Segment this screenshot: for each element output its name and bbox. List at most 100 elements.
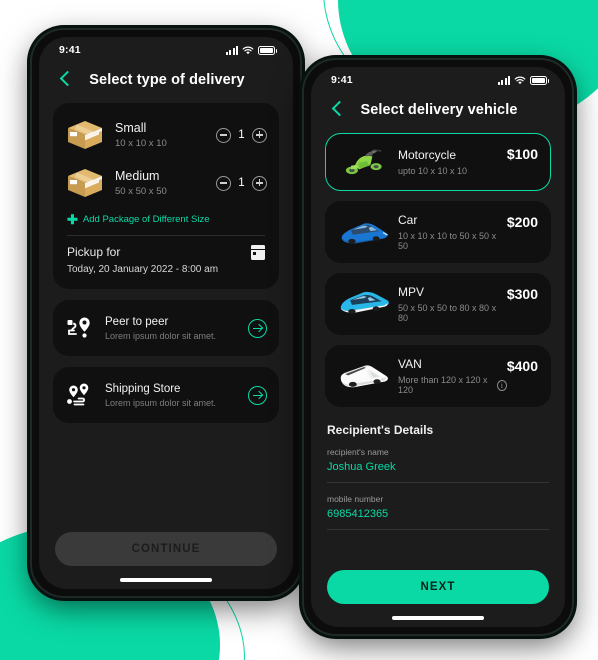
package-info: Small 10 x 10 x 10	[115, 121, 216, 149]
pickup-datetime[interactable]: Today, 20 January 2022 - 8:00 am	[67, 264, 265, 275]
calendar-icon[interactable]	[251, 245, 265, 260]
scooter-icon	[345, 149, 382, 175]
package-dimensions: 50 x 50 x 50	[115, 186, 167, 197]
chevron-left-icon[interactable]	[327, 99, 349, 121]
van-icon	[340, 365, 388, 388]
pickup-schedule: Pickup for Today, 20 January 2022 - 8:00…	[65, 236, 267, 279]
add-package-label: Add Package of Different Size	[82, 214, 210, 225]
delivery-option-subtitle: Lorem ipsum dolor sit amet.	[105, 330, 217, 341]
vehicle-capacity-row: 10 x 10 x 10 to 50 x 50 x 50	[398, 231, 507, 251]
wifi-icon	[242, 46, 254, 54]
field-underline	[327, 529, 549, 530]
phone-mockup-left: 9:41 Select type of delivery Small 10 x …	[30, 28, 302, 598]
cardboard-box-icon	[68, 169, 102, 197]
quantity-stepper: 1	[216, 175, 267, 191]
header-bar: Select delivery vehicle	[311, 93, 565, 133]
vehicle-option-car[interactable]: Car 10 x 10 x 10 to 50 x 50 x 50 $200	[325, 201, 551, 263]
vehicle-price: $100	[506, 146, 538, 162]
package-selection-card: Small 10 x 10 x 10 1 Medium 50 x 50 x 50…	[53, 103, 279, 289]
vehicle-price: $400	[506, 358, 538, 374]
vehicle-price: $200	[506, 214, 538, 230]
info-circle-icon[interactable]: i	[496, 379, 507, 391]
signal-bars-icon	[497, 75, 510, 85]
vehicle-info: VAN More than 120 x 120 x 120 i	[398, 357, 507, 395]
pickup-label: Pickup for	[67, 245, 121, 259]
status-bar: 9:41	[39, 37, 293, 63]
status-bar-indicators	[225, 45, 277, 55]
delivery-option-info: Peer to peer Lorem ipsum dolor sit amet.	[105, 316, 248, 341]
package-dimensions: 10 x 10 x 10	[115, 138, 167, 149]
battery-full-icon	[258, 45, 277, 55]
vehicle-info: Motorcycle upto 10 x 10 x 10	[398, 148, 507, 176]
delivery-option-shipping-store[interactable]: Shipping Store Lorem ipsum dolor sit ame…	[53, 367, 279, 423]
vehicle-name: VAN	[398, 357, 422, 371]
signal-bars-icon	[225, 45, 238, 55]
next-button[interactable]: NEXT	[327, 570, 549, 604]
footer-actions: NEXT	[311, 560, 565, 610]
vehicle-option-mpv[interactable]: MPV 50 x 50 x 50 to 80 x 80 x 80 $300	[325, 273, 551, 335]
vehicle-capacity-row: More than 120 x 120 x 120 i	[398, 375, 507, 395]
minus-circle-icon[interactable]	[216, 127, 231, 143]
package-row: Medium 50 x 50 x 50 1	[65, 159, 267, 207]
vehicle-name: Motorcycle	[398, 148, 457, 162]
vehicle-capacity-row: upto 10 x 10 x 10	[398, 166, 507, 176]
status-bar: 9:41	[311, 67, 565, 93]
vehicle-info: Car 10 x 10 x 10 to 50 x 50 x 50	[398, 213, 507, 251]
field-label: recipient's name	[327, 447, 389, 457]
vehicle-capacity: More than 120 x 120 x 120	[398, 375, 488, 395]
cardboard-box-icon	[68, 121, 102, 149]
delivery-option-info: Shipping Store Lorem ipsum dolor sit ame…	[105, 383, 248, 408]
vehicle-capacity: 10 x 10 x 10 to 50 x 50 x 50	[398, 231, 497, 251]
vehicle-capacity: 50 x 50 x 50 to 80 x 80 x 80	[398, 303, 497, 323]
vehicle-name: Car	[398, 213, 418, 227]
delivery-option-peer-to-peer[interactable]: Peer to peer Lorem ipsum dolor sit amet.	[53, 300, 279, 356]
package-quantity: 1	[238, 129, 245, 141]
vehicle-info: MPV 50 x 50 x 50 to 80 x 80 x 80	[398, 285, 507, 323]
plus-circle-icon[interactable]	[252, 175, 267, 191]
screen-select-delivery-vehicle: 9:41 Select delivery vehicle Motorcycle …	[311, 67, 565, 627]
route-pin-icon	[67, 317, 90, 338]
vehicle-capacity: upto 10 x 10 x 10	[398, 166, 468, 176]
page-title: Select type of delivery	[89, 72, 245, 88]
package-info: Medium 50 x 50 x 50	[115, 169, 216, 197]
recipient-name-field: recipient's name Joshua Greek	[325, 447, 551, 483]
plus-circle-icon[interactable]	[252, 127, 267, 143]
chevron-left-icon[interactable]	[55, 69, 77, 91]
package-quantity: 1	[238, 177, 245, 189]
delivery-option-subtitle: Lorem ipsum dolor sit amet.	[105, 397, 217, 408]
battery-full-icon	[530, 75, 549, 85]
screen-select-delivery-type: 9:41 Select type of delivery Small 10 x …	[39, 37, 293, 589]
multi-stop-route-icon	[67, 383, 89, 406]
field-label: mobile number	[327, 494, 384, 504]
minus-circle-icon[interactable]	[216, 175, 231, 191]
package-row: Small 10 x 10 x 10 1	[65, 111, 267, 159]
wifi-icon	[514, 76, 526, 84]
home-indicator	[392, 616, 484, 620]
package-name: Medium	[115, 169, 160, 183]
package-name: Small	[115, 121, 147, 135]
delivery-option-name: Shipping Store	[105, 382, 181, 395]
vehicle-option-van[interactable]: VAN More than 120 x 120 x 120 i $400	[325, 345, 551, 407]
field-underline	[327, 482, 549, 483]
add-package-button[interactable]: ✚ Add Package of Different Size	[65, 207, 267, 235]
car-icon	[341, 223, 388, 244]
arrow-right-circle-icon[interactable]	[248, 318, 267, 338]
field-value[interactable]: 6985412365	[327, 508, 549, 520]
continue-button[interactable]: CONTINUE	[55, 532, 277, 566]
recipient-mobile-field: mobile number 6985412365	[325, 494, 551, 530]
home-indicator	[120, 578, 212, 582]
delivery-option-name: Peer to peer	[105, 315, 169, 328]
plus-icon: ✚	[67, 212, 78, 227]
recipient-details-title: Recipient's Details	[327, 423, 434, 437]
mpv-icon	[340, 291, 389, 314]
screenshot-canvas: 9:41 Select type of delivery Small 10 x …	[0, 0, 598, 660]
vehicle-option-motorcycle[interactable]: Motorcycle upto 10 x 10 x 10 $100	[325, 133, 551, 191]
field-value[interactable]: Joshua Greek	[327, 461, 549, 473]
arrow-right-circle-icon[interactable]	[248, 385, 267, 405]
status-bar-indicators	[497, 75, 549, 85]
header-bar: Select type of delivery	[39, 63, 293, 103]
vehicle-name: MPV	[398, 285, 425, 299]
phone-mockup-right: 9:41 Select delivery vehicle Motorcycle …	[302, 58, 574, 636]
content-area: Small 10 x 10 x 10 1 Medium 50 x 50 x 50…	[39, 103, 293, 522]
content-area: Motorcycle upto 10 x 10 x 10 $100 Car 10…	[311, 133, 565, 560]
